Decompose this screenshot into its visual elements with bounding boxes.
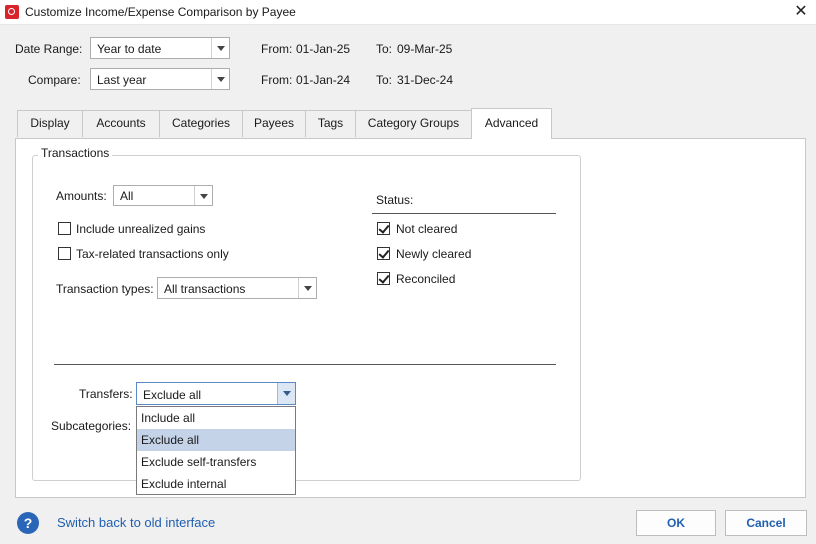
date-range-value: Year to date [97, 42, 162, 56]
transfers-option-exclude-self-transfers[interactable]: Exclude self-transfers [137, 451, 295, 473]
date-range-select[interactable]: Year to date [90, 37, 230, 59]
title-bar: Customize Income/Expense Comparison by P… [0, 0, 816, 25]
window-title: Customize Income/Expense Comparison by P… [25, 5, 296, 19]
tab-display[interactable]: Display [17, 110, 83, 137]
quicken-logo-icon [5, 5, 19, 19]
switch-interface-link[interactable]: Switch back to old interface [57, 515, 215, 530]
chevron-down-icon[interactable] [277, 383, 295, 404]
transfers-select[interactable]: Exclude all [136, 382, 296, 405]
transfers-option-exclude-internal[interactable]: Exclude internal [137, 473, 295, 495]
not-cleared-label: Not cleared [396, 222, 458, 236]
transaction-types-value: All transactions [164, 282, 246, 296]
tab-tags[interactable]: Tags [305, 110, 356, 137]
chevron-down-icon[interactable] [211, 38, 229, 58]
compare-to-value: 31-Dec-24 [397, 73, 454, 87]
compare-label: Compare: [28, 73, 81, 87]
compare-select[interactable]: Last year [90, 68, 230, 90]
amounts-value: All [120, 189, 134, 203]
tab-categories[interactable]: Categories [159, 110, 243, 137]
compare-from-label: From: [261, 73, 293, 87]
date-range-to-value: 09-Mar-25 [397, 42, 453, 56]
cancel-button[interactable]: Cancel [725, 510, 807, 536]
close-icon[interactable]: ✕ [789, 1, 813, 23]
ok-button[interactable]: OK [636, 510, 716, 536]
date-range-from-label: From: [261, 42, 293, 56]
advanced-panel: Transactions Amounts: All Include unreal… [15, 138, 806, 498]
amounts-label: Amounts: [56, 189, 107, 203]
compare-value: Last year [97, 73, 147, 87]
chevron-down-icon[interactable] [298, 278, 316, 298]
transaction-types-select[interactable]: All transactions [157, 277, 317, 299]
tab-payees[interactable]: Payees [242, 110, 306, 137]
amounts-select[interactable]: All [113, 185, 213, 206]
tax-related-checkbox[interactable] [58, 247, 71, 260]
date-range-label: Date Range: [15, 42, 83, 56]
transactions-group-label: Transactions [38, 146, 113, 160]
reconciled-label: Reconciled [396, 272, 456, 286]
transfers-label: Transfers: [79, 387, 133, 401]
tab-category-groups[interactable]: Category Groups [355, 110, 472, 137]
transaction-types-label: Transaction types: [56, 282, 154, 296]
transfers-dropdown-list: Include all Exclude all Exclude self-tra… [136, 406, 296, 495]
newly-cleared-label: Newly cleared [396, 247, 472, 261]
reconciled-checkbox[interactable] [377, 272, 390, 285]
help-icon[interactable]: ? [17, 512, 39, 534]
date-range-to-label: To: [376, 42, 393, 56]
status-label: Status: [376, 193, 414, 207]
include-unrealized-gains-label: Include unrealized gains [76, 222, 206, 236]
status-divider [372, 213, 556, 214]
tab-accounts[interactable]: Accounts [82, 110, 160, 137]
chevron-down-icon[interactable] [211, 69, 229, 89]
transfers-option-exclude-all[interactable]: Exclude all [137, 429, 295, 451]
tax-related-label: Tax-related transactions only [76, 247, 229, 261]
transfers-value: Exclude all [143, 388, 202, 402]
newly-cleared-checkbox[interactable] [377, 247, 390, 260]
transfers-option-include-all[interactable]: Include all [137, 407, 295, 429]
compare-from-value: 01-Jan-24 [296, 73, 351, 87]
compare-to-label: To: [376, 73, 393, 87]
section-divider [54, 364, 556, 365]
chevron-down-icon[interactable] [194, 186, 212, 205]
date-range-from-value: 01-Jan-25 [296, 42, 351, 56]
subcategories-label: Subcategories: [51, 419, 132, 433]
include-unrealized-gains-checkbox[interactable] [58, 222, 71, 235]
not-cleared-checkbox[interactable] [377, 222, 390, 235]
tab-advanced[interactable]: Advanced [471, 108, 552, 139]
